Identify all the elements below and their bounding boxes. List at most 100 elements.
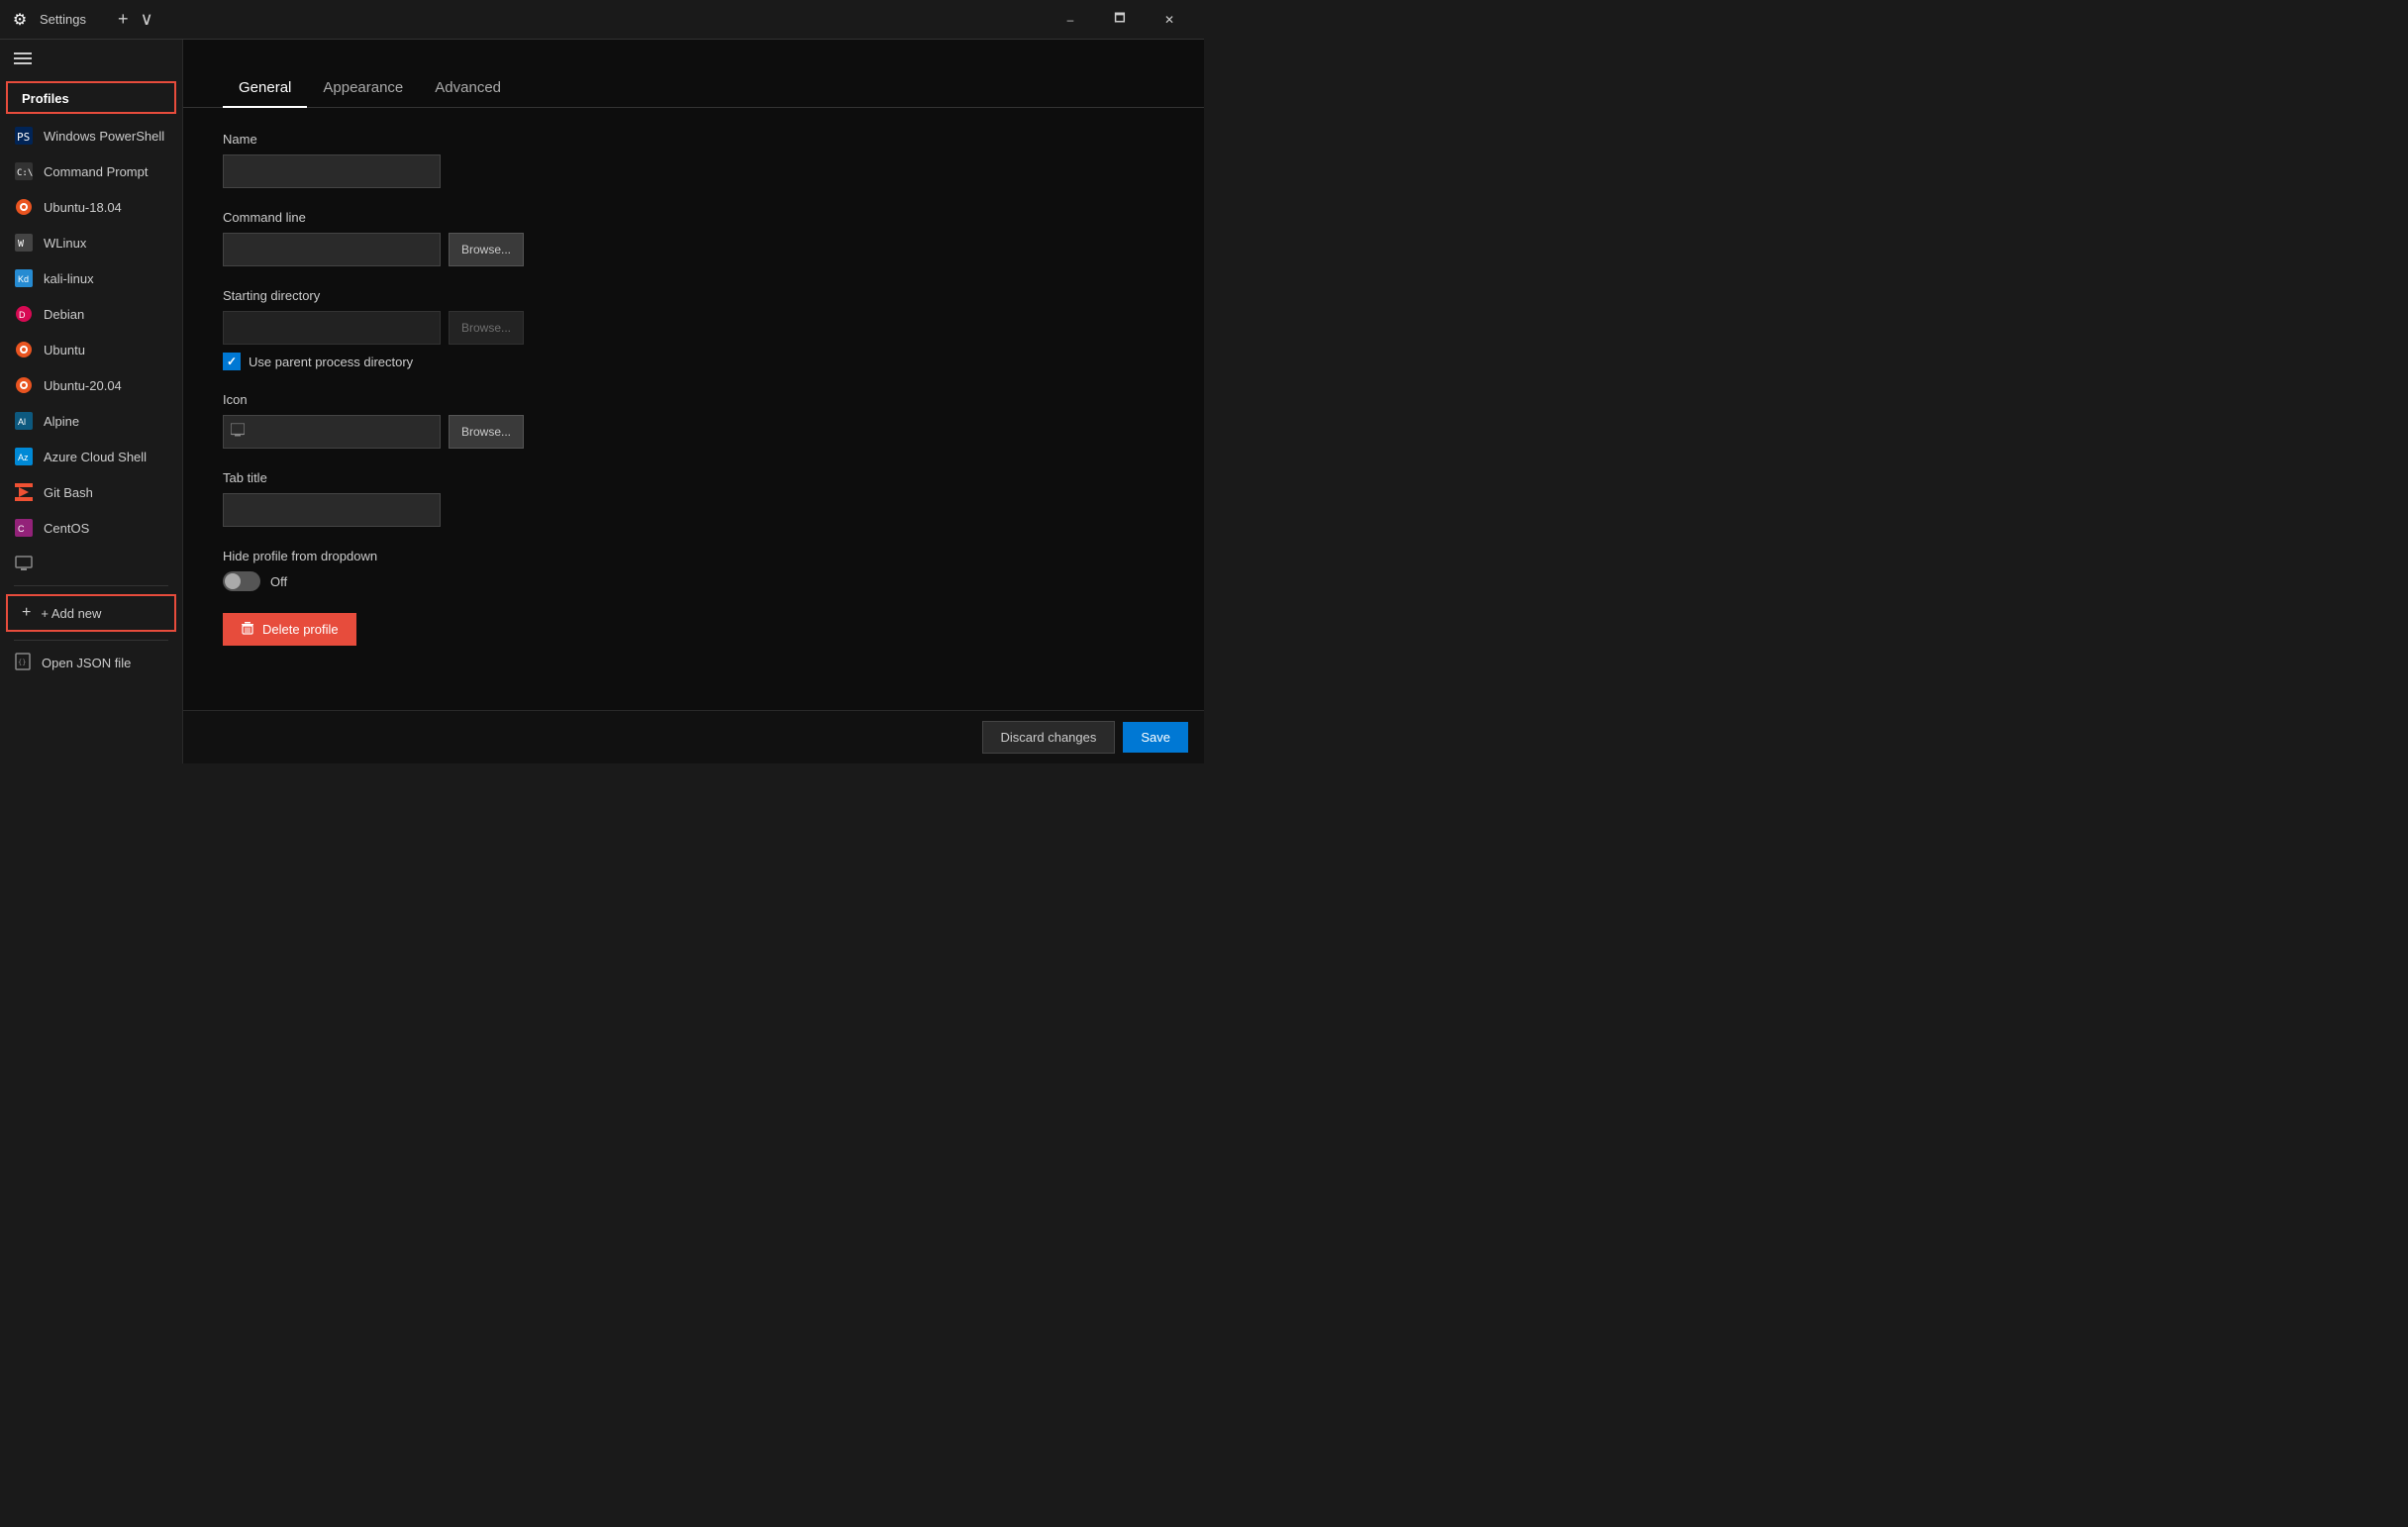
- icon-input[interactable]: [223, 415, 441, 449]
- title-bar-new: + ∨: [114, 5, 157, 34]
- svg-text:{}: {}: [18, 659, 26, 666]
- delete-profile-button[interactable]: Delete profile: [223, 613, 356, 646]
- add-new-label: + Add new: [41, 606, 101, 621]
- svg-text:C:\: C:\: [17, 168, 33, 178]
- hamburger-button[interactable]: [0, 40, 182, 77]
- ubuntu-icon: [14, 340, 34, 359]
- centos-icon: C: [14, 518, 34, 538]
- azure-icon: Az: [14, 447, 34, 466]
- starting-directory-input[interactable]: [223, 311, 441, 345]
- command-line-label: Command line: [223, 210, 1164, 225]
- save-button[interactable]: Save: [1123, 722, 1188, 753]
- icon-preview-glyph: [231, 424, 245, 441]
- use-parent-process-label: Use parent process directory: [249, 355, 413, 369]
- tabs: General Appearance Advanced: [183, 69, 1204, 108]
- kali-icon: Kd: [14, 268, 34, 288]
- tab-title-label: Tab title: [223, 470, 1164, 485]
- svg-text:Az: Az: [18, 453, 29, 462]
- sidebar-item-ubuntu-18[interactable]: Ubuntu-18.04: [0, 189, 182, 225]
- title-bar: ⚙ Settings + ∨ – 🗖 ✕: [0, 0, 1204, 40]
- svg-text:D: D: [19, 310, 26, 320]
- sidebar-item-centos[interactable]: C CentOS: [0, 510, 182, 546]
- use-parent-process-checkbox[interactable]: [223, 353, 241, 370]
- new-tab-button[interactable]: +: [114, 5, 133, 34]
- open-json-label: Open JSON file: [42, 656, 131, 670]
- use-parent-process-row: Use parent process directory: [223, 353, 1164, 370]
- name-input[interactable]: [223, 154, 441, 188]
- svg-text:Kd: Kd: [18, 274, 29, 284]
- command-line-browse-button[interactable]: Browse...: [449, 233, 524, 266]
- ubuntu20-icon: [14, 375, 34, 395]
- sidebar: Profiles PS Windows PowerShell C:\ Comma…: [0, 40, 183, 764]
- svg-text:C: C: [18, 524, 25, 534]
- icon-input-wrapper: [223, 415, 441, 449]
- content-area: General Appearance Advanced Name Command…: [183, 40, 1204, 764]
- sidebar-item-ubuntu-20[interactable]: Ubuntu-20.04: [0, 367, 182, 403]
- tab-title-input[interactable]: [223, 493, 441, 527]
- sidebar-item-monitor[interactable]: [0, 546, 182, 581]
- sidebar-item-label: CentOS: [44, 521, 89, 536]
- monitor-icon: [14, 554, 34, 573]
- tab-general[interactable]: General: [223, 69, 307, 108]
- debian-icon: D: [14, 304, 34, 324]
- starting-directory-group: Starting directory Browse... Use parent …: [223, 288, 1164, 370]
- hide-profile-toggle-label: Off: [270, 574, 287, 589]
- sidebar-item-label: Ubuntu: [44, 343, 85, 357]
- sidebar-item-label: Ubuntu-20.04: [44, 378, 122, 393]
- icon-row: Browse...: [223, 415, 1164, 449]
- sidebar-item-windows-powershell[interactable]: PS Windows PowerShell: [0, 118, 182, 153]
- icon-group: Icon Browse...: [223, 392, 1164, 449]
- hide-profile-toggle-row: Off: [223, 571, 1164, 591]
- sidebar-item-label: Debian: [44, 307, 84, 322]
- starting-directory-label: Starting directory: [223, 288, 1164, 303]
- sidebar-item-label: Windows PowerShell: [44, 129, 164, 144]
- sidebar-divider2: [14, 640, 168, 641]
- add-new-button[interactable]: + + Add new: [6, 594, 176, 632]
- icon-label: Icon: [223, 392, 1164, 407]
- tab-title-group: Tab title: [223, 470, 1164, 527]
- sidebar-divider: [14, 585, 168, 586]
- bottom-bar: Discard changes Save: [183, 710, 1204, 764]
- name-group: Name: [223, 132, 1164, 188]
- hide-profile-label: Hide profile from dropdown: [223, 549, 1164, 563]
- sidebar-item-label: Alpine: [44, 414, 79, 429]
- alpine-icon: Al: [14, 411, 34, 431]
- json-icon: {}: [14, 653, 32, 673]
- sidebar-item-git-bash[interactable]: Git Bash: [0, 474, 182, 510]
- sidebar-item-debian[interactable]: D Debian: [0, 296, 182, 332]
- sidebar-item-wlinux[interactable]: W WLinux: [0, 225, 182, 260]
- sidebar-item-command-prompt[interactable]: C:\ Command Prompt: [0, 153, 182, 189]
- command-line-input[interactable]: [223, 233, 441, 266]
- tab-appearance[interactable]: Appearance: [307, 69, 419, 108]
- delete-profile-label: Delete profile: [262, 622, 339, 637]
- hide-profile-group: Hide profile from dropdown Off: [223, 549, 1164, 591]
- icon-browse-button[interactable]: Browse...: [449, 415, 524, 449]
- svg-text:W: W: [18, 239, 25, 250]
- sidebar-item-label: Azure Cloud Shell: [44, 450, 147, 464]
- sidebar-item-label: WLinux: [44, 236, 86, 251]
- sidebar-item-kali-linux[interactable]: Kd kali-linux: [0, 260, 182, 296]
- powershell-icon: PS: [14, 126, 34, 146]
- sidebar-item-label: kali-linux: [44, 271, 94, 286]
- command-line-row: Browse...: [223, 233, 1164, 266]
- git-bash-icon: [14, 482, 34, 502]
- dropdown-button[interactable]: ∨: [137, 5, 157, 34]
- add-icon: +: [22, 604, 31, 622]
- hide-profile-toggle[interactable]: [223, 571, 260, 591]
- sidebar-item-alpine[interactable]: Al Alpine: [0, 403, 182, 439]
- command-prompt-icon: C:\: [14, 161, 34, 181]
- sidebar-item-azure-cloud-shell[interactable]: Az Azure Cloud Shell: [0, 439, 182, 474]
- discard-changes-button[interactable]: Discard changes: [982, 721, 1116, 754]
- starting-directory-browse-button[interactable]: Browse...: [449, 311, 524, 345]
- svg-text:PS: PS: [17, 131, 30, 144]
- maximize-button[interactable]: 🗖: [1097, 5, 1143, 35]
- tab-advanced[interactable]: Advanced: [419, 69, 517, 108]
- minimize-button[interactable]: –: [1048, 5, 1093, 35]
- profiles-header[interactable]: Profiles: [6, 81, 176, 114]
- close-button[interactable]: ✕: [1147, 5, 1192, 35]
- command-line-group: Command line Browse...: [223, 210, 1164, 266]
- open-json-button[interactable]: {} Open JSON file: [0, 645, 182, 681]
- title-bar-left: ⚙ Settings + ∨: [12, 5, 157, 34]
- trash-icon: [241, 621, 254, 638]
- sidebar-item-ubuntu[interactable]: Ubuntu: [0, 332, 182, 367]
